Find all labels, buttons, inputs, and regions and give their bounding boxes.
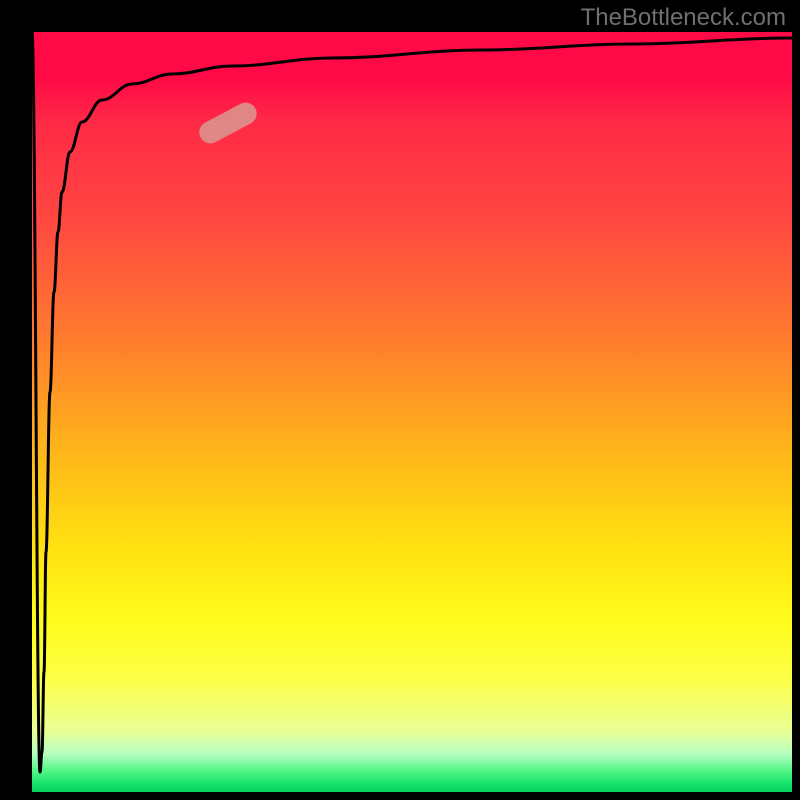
chart-frame: TheBottleneck.com: [0, 0, 800, 800]
watermark-text: TheBottleneck.com: [581, 4, 786, 32]
plot-area: [32, 32, 792, 792]
bottleneck-curve: [32, 32, 792, 792]
